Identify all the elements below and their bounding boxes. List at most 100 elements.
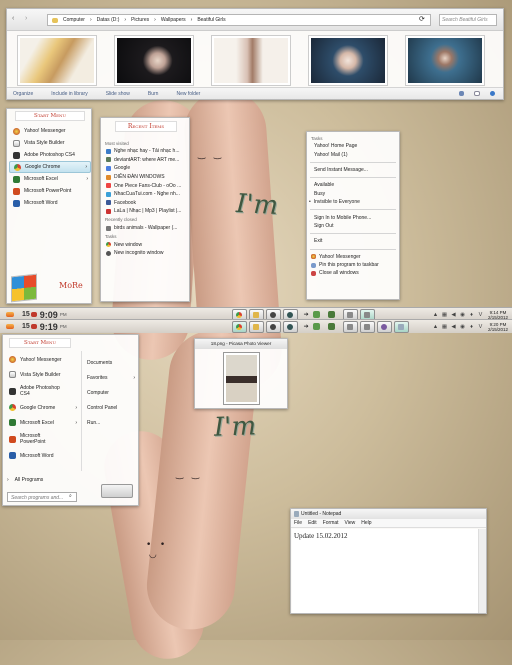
new-folder-button[interactable]: New folder — [176, 91, 200, 97]
notepad-titlebar[interactable]: Untitled - Notepad — [291, 509, 486, 519]
all-programs-button[interactable]: › All Programs — [7, 477, 43, 483]
tray-icon[interactable]: ♦ — [468, 323, 475, 330]
jump-item[interactable]: Close all windows — [307, 269, 399, 277]
start-item-powerpoint[interactable]: Microsoft PowerPoint — [5, 430, 79, 448]
refresh-icon[interactable]: ⟳ — [419, 15, 425, 23]
taskbar-button-picasa[interactable] — [376, 320, 392, 333]
jump-item[interactable]: Busy — [307, 190, 399, 198]
start-orb-icon[interactable] — [6, 324, 14, 329]
taskbar-button-yahoo[interactable] — [359, 320, 375, 333]
start-search-input[interactable]: Search programs and... — [7, 492, 77, 502]
tray-icon[interactable]: ◉ — [459, 311, 466, 318]
jump-item[interactable]: Sign In to Mobile Phone... — [307, 213, 399, 221]
organize-button[interactable]: Organize — [13, 91, 33, 97]
jump-item[interactable]: Pin this program to taskbar — [307, 261, 399, 269]
tray-icon[interactable]: V — [477, 311, 484, 318]
tray-up-icon[interactable]: ▲ — [432, 311, 439, 318]
help-icon[interactable] — [490, 91, 495, 96]
more-button[interactable]: MoRe — [59, 281, 83, 290]
taskbar-button-chrome[interactable] — [231, 320, 247, 333]
search-input[interactable]: Search Beatiful Girls — [439, 14, 497, 26]
picasa-titlebar[interactable]: 18.png - Picasa Photo Viewer — [195, 339, 287, 349]
jump-item-selected[interactable]: • Invisible to Everyone — [307, 198, 399, 206]
tray-up-icon[interactable]: ▲ — [432, 323, 439, 330]
start-item-excel[interactable]: Microsoft Excel › — [9, 173, 91, 185]
recent-item[interactable]: Nghe nhạc hay - Tải nhạc h... — [102, 147, 190, 156]
start-item-yahoo-messenger[interactable]: Yahoo! Messenger — [9, 125, 91, 137]
app-icon[interactable] — [327, 311, 335, 318]
task-item[interactable]: New incognito window — [102, 249, 190, 258]
thumbnail-image[interactable] — [114, 35, 194, 86]
shutdown-button[interactable] — [101, 484, 133, 498]
recent-item[interactable]: One Piece Fans-Club - oOo ... — [102, 181, 190, 190]
start-orb-icon[interactable] — [6, 312, 14, 317]
tray-icon[interactable]: ♦ — [468, 311, 475, 318]
jump-item[interactable]: Sign Out — [307, 222, 399, 230]
app-icon[interactable] — [312, 311, 320, 318]
start-item-word[interactable]: Microsoft Word — [9, 197, 91, 209]
thumbnail-image[interactable] — [405, 35, 485, 86]
task-item[interactable]: New window — [102, 240, 190, 249]
jump-item[interactable]: Yahoo! Home Page — [307, 142, 399, 150]
notepad-text-area[interactable]: Update 15.02.2012 — [292, 529, 478, 613]
forward-icon[interactable]: › — [25, 15, 27, 22]
thumbnail-image[interactable] — [211, 35, 291, 86]
menu-view[interactable]: View — [345, 520, 356, 526]
menu-edit[interactable]: Edit — [308, 520, 317, 526]
jump-item[interactable]: Available — [307, 181, 399, 189]
menu-file[interactable]: File — [294, 520, 302, 526]
breadcrumb-item[interactable]: Pictures — [131, 17, 149, 23]
windows-logo-icon[interactable] — [11, 273, 37, 303]
start-item-photoshop[interactable]: Adobe Photoshop CS4 — [9, 149, 91, 161]
tray-volume-icon[interactable]: ◀ — [450, 311, 457, 318]
start-item-chrome[interactable]: Google Chrome › — [5, 400, 79, 415]
start-right-computer[interactable]: Computer — [83, 385, 138, 400]
jump-item[interactable]: Yahoo! Messenger — [307, 253, 399, 261]
burn-button[interactable]: Burn — [148, 91, 159, 97]
tray-icon[interactable]: V — [477, 323, 484, 330]
tray-network-icon[interactable]: ▦ — [441, 323, 448, 330]
thumbnail-image[interactable] — [308, 35, 388, 86]
menu-help[interactable]: Help — [361, 520, 371, 526]
start-right-run[interactable]: Run... — [83, 415, 138, 430]
taskbar-button-tool[interactable] — [342, 320, 358, 333]
tray-volume-icon[interactable]: ◀ — [450, 323, 457, 330]
breadcrumb-item[interactable]: Wallpapers — [161, 17, 186, 23]
start-item-photoshop[interactable]: Adobe Photoshop CS4 — [5, 382, 79, 400]
recent-item[interactable]: NhacCuaTui.com - Nghe nh... — [102, 190, 190, 199]
tray-network-icon[interactable]: ▦ — [441, 311, 448, 318]
app-icon[interactable] — [327, 323, 335, 330]
start-item-chrome[interactable]: Google Chrome › — [9, 161, 91, 173]
menu-format[interactable]: Format — [323, 520, 339, 526]
start-item-word[interactable]: Microsoft Word — [5, 448, 79, 463]
start-item-vista-style-builder[interactable]: Vista Style Builder — [9, 137, 91, 149]
start-right-control-panel[interactable]: Control Panel — [83, 400, 138, 415]
app-icon[interactable] — [312, 323, 320, 330]
preview-pane-icon[interactable] — [474, 91, 480, 96]
breadcrumb-item[interactable]: Computer — [63, 17, 85, 23]
recent-item[interactable]: deviantART: where ART me... — [102, 156, 190, 165]
recent-item[interactable]: LaLa | Nhạc | Mp3 | Playlist |... — [102, 207, 190, 216]
notepad-scrollbar[interactable] — [478, 529, 486, 613]
taskbar-button-explorer[interactable] — [248, 320, 264, 333]
view-options-icon[interactable] — [459, 91, 464, 96]
search-icon[interactable]: ⌕ — [69, 493, 72, 499]
recent-item[interactable]: Google — [102, 164, 190, 173]
slide-show-button[interactable]: Slide show — [106, 91, 130, 97]
back-icon[interactable]: ‹ — [12, 15, 14, 22]
start-item-vista-style-builder[interactable]: Vista Style Builder — [5, 367, 79, 382]
jump-item[interactable]: Send Instant Message... — [307, 166, 399, 174]
thumbnail-image[interactable] — [17, 35, 97, 86]
start-item-excel[interactable]: Microsoft Excel › — [5, 415, 79, 430]
recent-item[interactable]: birds animals - Wallpaper (... — [102, 224, 190, 233]
recent-item[interactable]: DIỄN ĐÀN WINDOWS — [102, 173, 190, 182]
start-right-documents[interactable]: Documents — [83, 355, 138, 370]
jump-item[interactable]: Exit — [307, 237, 399, 245]
clock[interactable]: 9:20 PM 2/15/2012 — [488, 322, 508, 332]
taskbar-button-notepad[interactable] — [393, 320, 409, 333]
start-item-powerpoint[interactable]: Microsoft PowerPoint — [9, 185, 91, 197]
breadcrumb-item[interactable]: Beatiful Girls — [197, 17, 225, 23]
taskbar-button-play[interactable] — [282, 320, 298, 333]
start-right-favorites[interactable]: Favorites › — [83, 370, 138, 385]
tray-icon[interactable]: ◉ — [459, 323, 466, 330]
